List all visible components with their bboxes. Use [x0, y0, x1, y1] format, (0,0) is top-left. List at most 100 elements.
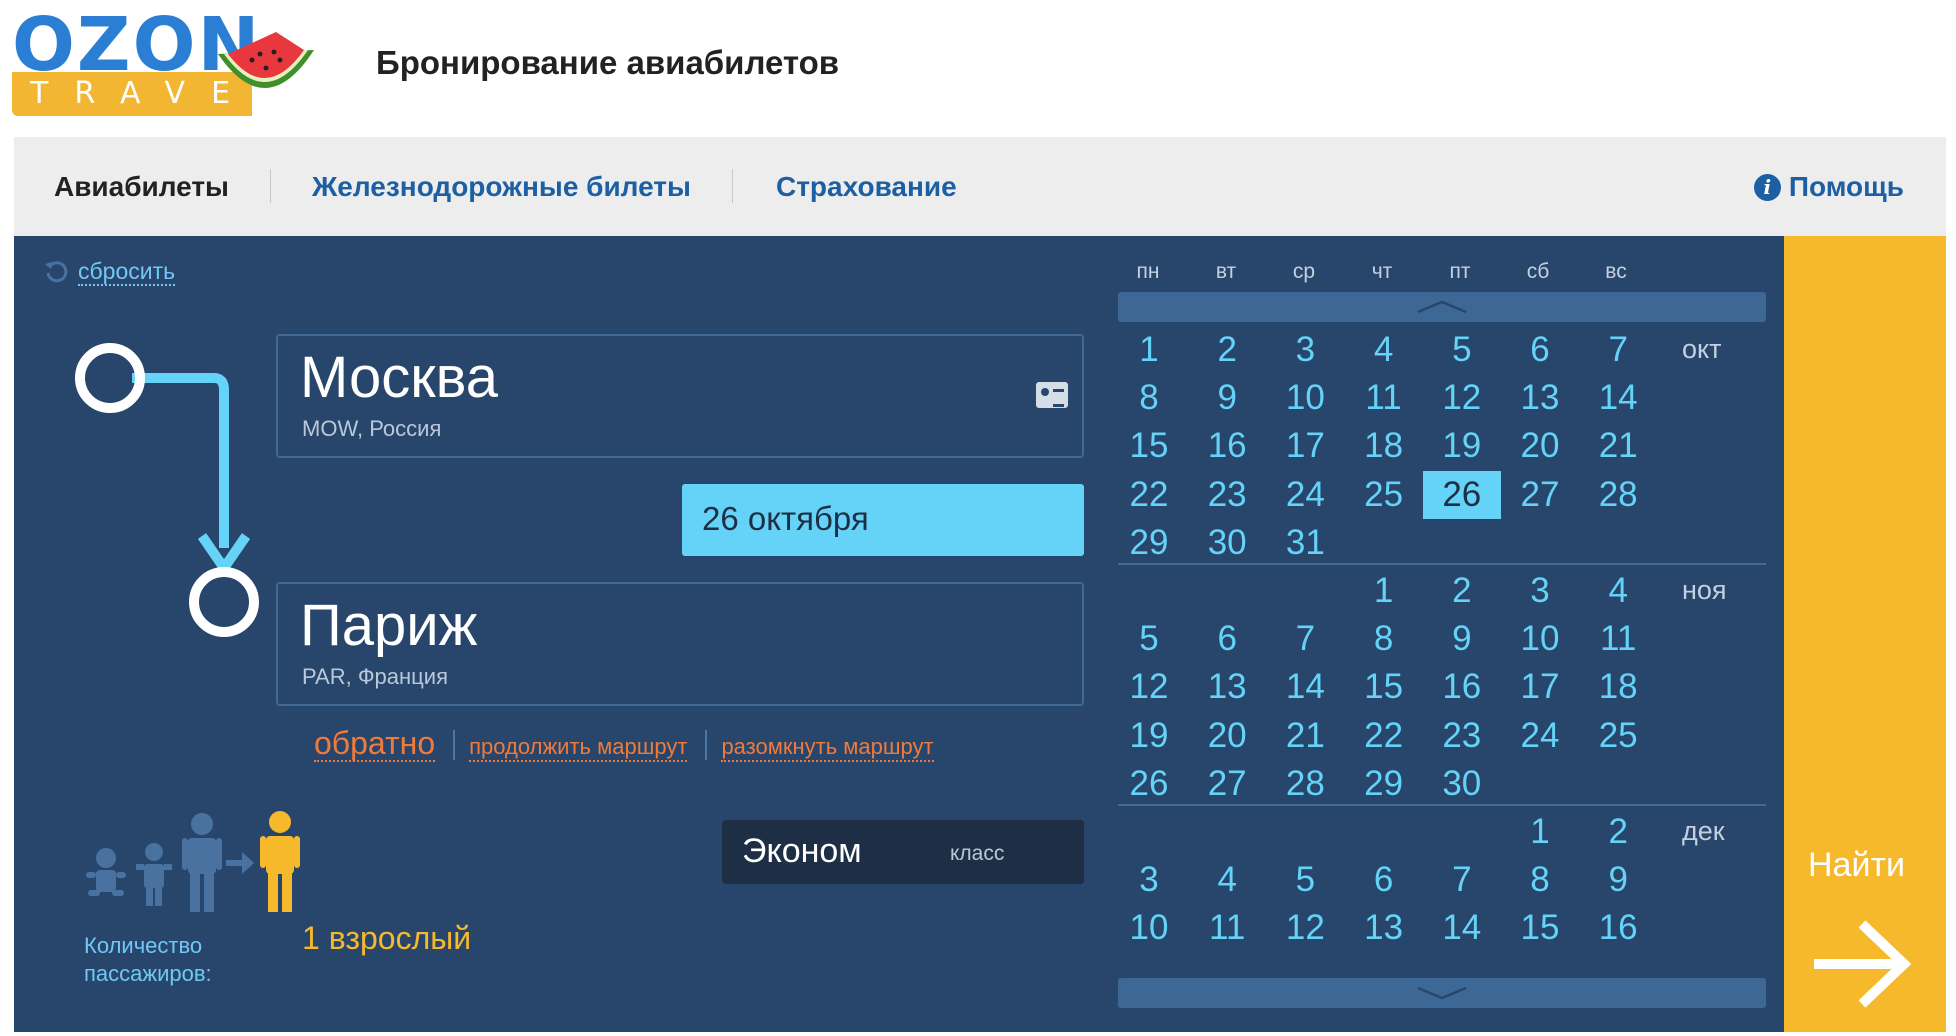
calendar-day[interactable]: 26 [1110, 760, 1188, 808]
calendar-day[interactable]: 11 [1345, 374, 1423, 422]
calendar-day[interactable]: 30 [1423, 760, 1501, 808]
calendar-day[interactable]: 8 [1110, 374, 1188, 422]
calendar-day[interactable]: 3 [1266, 326, 1344, 374]
calendar-day[interactable]: 4 [1579, 567, 1657, 615]
calendar-day[interactable]: 11 [1188, 904, 1266, 952]
search-button[interactable]: Найти [1784, 236, 1946, 1032]
calendar-day[interactable]: 22 [1110, 471, 1188, 519]
calendar-day[interactable]: 16 [1579, 904, 1657, 952]
calendar-day[interactable]: 9 [1579, 856, 1657, 904]
tab-insurance[interactable]: Страхование [776, 171, 957, 203]
calendar-day[interactable]: 13 [1345, 904, 1423, 952]
calendar-day[interactable]: 21 [1579, 422, 1657, 470]
ozon-travel-logo[interactable]: OZON TRAVE [12, 8, 382, 126]
calendar-day[interactable]: 12 [1266, 904, 1344, 952]
calendar-day[interactable]: 18 [1345, 422, 1423, 470]
calendar-day[interactable]: 19 [1110, 712, 1188, 760]
calendar-day[interactable]: 1 [1501, 808, 1579, 856]
contact-card-icon[interactable] [1036, 382, 1068, 408]
calendar-day[interactable]: 13 [1501, 374, 1579, 422]
calendar-day[interactable]: 6 [1345, 856, 1423, 904]
calendar-scroll-up[interactable] [1118, 292, 1766, 322]
calendar-day[interactable]: 29 [1110, 519, 1188, 567]
calendar-day[interactable]: 16 [1188, 422, 1266, 470]
calendar-day[interactable]: 3 [1110, 856, 1188, 904]
calendar-day[interactable]: 27 [1188, 760, 1266, 808]
calendar-day[interactable]: 27 [1501, 471, 1579, 519]
calendar-day[interactable]: 18 [1579, 663, 1657, 711]
origin-field[interactable]: Москва MOW, Россия [276, 334, 1084, 458]
calendar-day[interactable]: 28 [1266, 760, 1344, 808]
calendar-day[interactable]: 17 [1501, 663, 1579, 711]
calendar-day[interactable]: 6 [1501, 326, 1579, 374]
calendar-day[interactable]: 21 [1266, 712, 1344, 760]
weekday-wed: ср [1292, 260, 1316, 283]
calendar-day[interactable]: 4 [1188, 856, 1266, 904]
calendar-day[interactable]: 14 [1579, 374, 1657, 422]
calendar-day[interactable]: 31 [1266, 519, 1344, 567]
calendar-day[interactable]: 1 [1110, 326, 1188, 374]
passenger-selector[interactable] [84, 806, 314, 916]
calendar-day[interactable]: 23 [1188, 471, 1266, 519]
departure-date-field[interactable]: 26 октября [682, 484, 1084, 556]
calendar-day[interactable]: 30 [1188, 519, 1266, 567]
calendar-day[interactable]: 29 [1345, 760, 1423, 808]
cabin-class-select[interactable]: Эконом класс [722, 820, 1084, 884]
calendar-day[interactable]: 19 [1423, 422, 1501, 470]
calendar-day[interactable]: 2 [1188, 326, 1266, 374]
calendar-day[interactable]: 25 [1345, 471, 1423, 519]
calendar-day[interactable]: 24 [1501, 712, 1579, 760]
calendar-day[interactable]: 20 [1501, 422, 1579, 470]
calendar-day[interactable]: 15 [1110, 422, 1188, 470]
return-trip-link[interactable]: обратно [314, 726, 436, 762]
passengers-count[interactable]: 1 взрослый [302, 920, 471, 957]
undo-icon [45, 261, 68, 283]
calendar-scroll-down[interactable] [1118, 978, 1766, 1008]
calendar-day[interactable]: 7 [1423, 856, 1501, 904]
calendar-day[interactable]: 26 [1422, 470, 1501, 519]
calendar-day[interactable]: 10 [1501, 615, 1579, 663]
calendar-day[interactable]: 8 [1345, 615, 1423, 663]
calendar-day[interactable]: 24 [1266, 471, 1344, 519]
calendar-day[interactable]: 5 [1423, 326, 1501, 374]
passengers-label[interactable]: Количество пассажиров: [84, 932, 212, 988]
calendar-day[interactable]: 11 [1579, 615, 1657, 663]
calendar-day[interactable]: 22 [1345, 712, 1423, 760]
calendar-day[interactable]: 10 [1266, 374, 1344, 422]
calendar-day[interactable]: 13 [1188, 663, 1266, 711]
page-title: Бронирование авиабилетов [376, 44, 840, 81]
calendar-day[interactable]: 9 [1188, 374, 1266, 422]
calendar-day[interactable]: 7 [1579, 326, 1657, 374]
reset-button[interactable]: сбросить [44, 258, 176, 286]
calendar-day[interactable]: 25 [1579, 712, 1657, 760]
calendar-day[interactable]: 7 [1266, 615, 1344, 663]
calendar-day[interactable]: 23 [1423, 712, 1501, 760]
calendar-day[interactable]: 15 [1345, 663, 1423, 711]
calendar-day[interactable]: 5 [1110, 615, 1188, 663]
calendar-day[interactable]: 2 [1423, 567, 1501, 615]
calendar-day[interactable]: 17 [1266, 422, 1344, 470]
calendar-day[interactable]: 4 [1345, 326, 1423, 374]
calendar-day[interactable]: 5 [1266, 856, 1344, 904]
continue-route-link[interactable]: продолжить маршрут [469, 734, 688, 762]
calendar-day[interactable]: 15 [1501, 904, 1579, 952]
calendar-day[interactable]: 12 [1423, 374, 1501, 422]
tab-trains[interactable]: Железнодорожные билеты [312, 171, 691, 203]
calendar-day[interactable]: 16 [1423, 663, 1501, 711]
calendar-day[interactable]: 14 [1266, 663, 1344, 711]
destination-field[interactable]: Париж PAR, Франция [276, 582, 1084, 706]
calendar-day[interactable]: 3 [1501, 567, 1579, 615]
open-jaw-link[interactable]: разомкнуть маршрут [721, 734, 934, 762]
calendar-day[interactable]: 1 [1345, 567, 1423, 615]
calendar-day[interactable]: 28 [1579, 471, 1657, 519]
calendar-day[interactable]: 8 [1501, 856, 1579, 904]
calendar-day[interactable]: 2 [1579, 808, 1657, 856]
calendar-day[interactable]: 10 [1110, 904, 1188, 952]
calendar-day[interactable]: 6 [1188, 615, 1266, 663]
calendar-day[interactable]: 20 [1188, 712, 1266, 760]
calendar-day[interactable]: 9 [1423, 615, 1501, 663]
calendar-day[interactable]: 14 [1423, 904, 1501, 952]
tab-flights[interactable]: Авиабилеты [54, 171, 229, 203]
calendar-day[interactable]: 12 [1110, 663, 1188, 711]
help-link[interactable]: i Помощь [1753, 171, 1904, 203]
